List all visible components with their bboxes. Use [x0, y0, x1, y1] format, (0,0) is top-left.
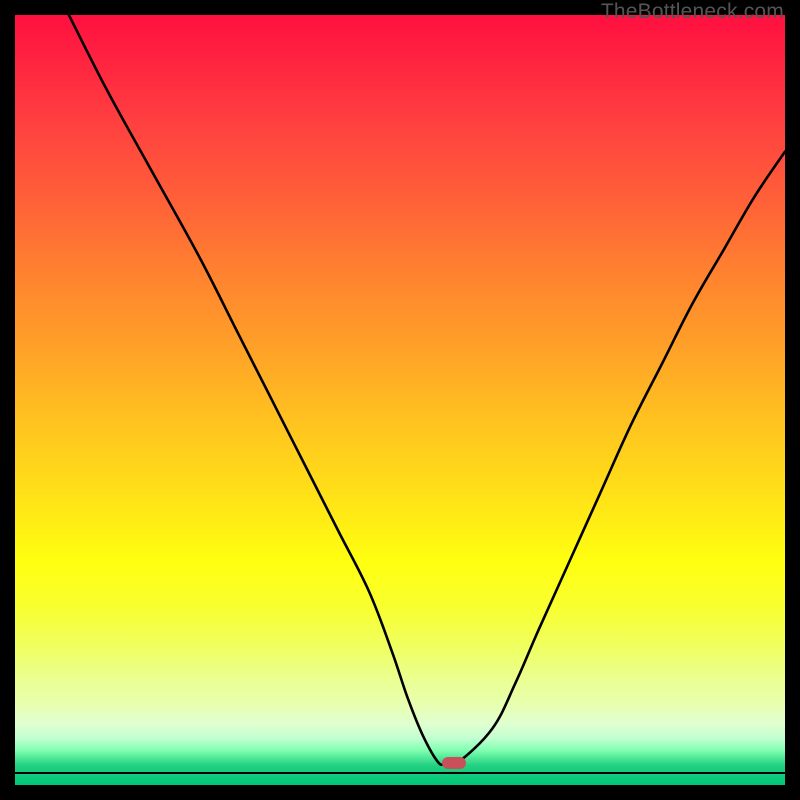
optimum-marker: [442, 757, 466, 769]
x-axis-baseline: [15, 772, 785, 775]
bottleneck-chart: [15, 15, 785, 785]
bottleneck-curve-path: [69, 15, 785, 765]
curve-layer: [15, 15, 785, 785]
watermark-label: TheBottleneck.com: [601, 0, 784, 24]
